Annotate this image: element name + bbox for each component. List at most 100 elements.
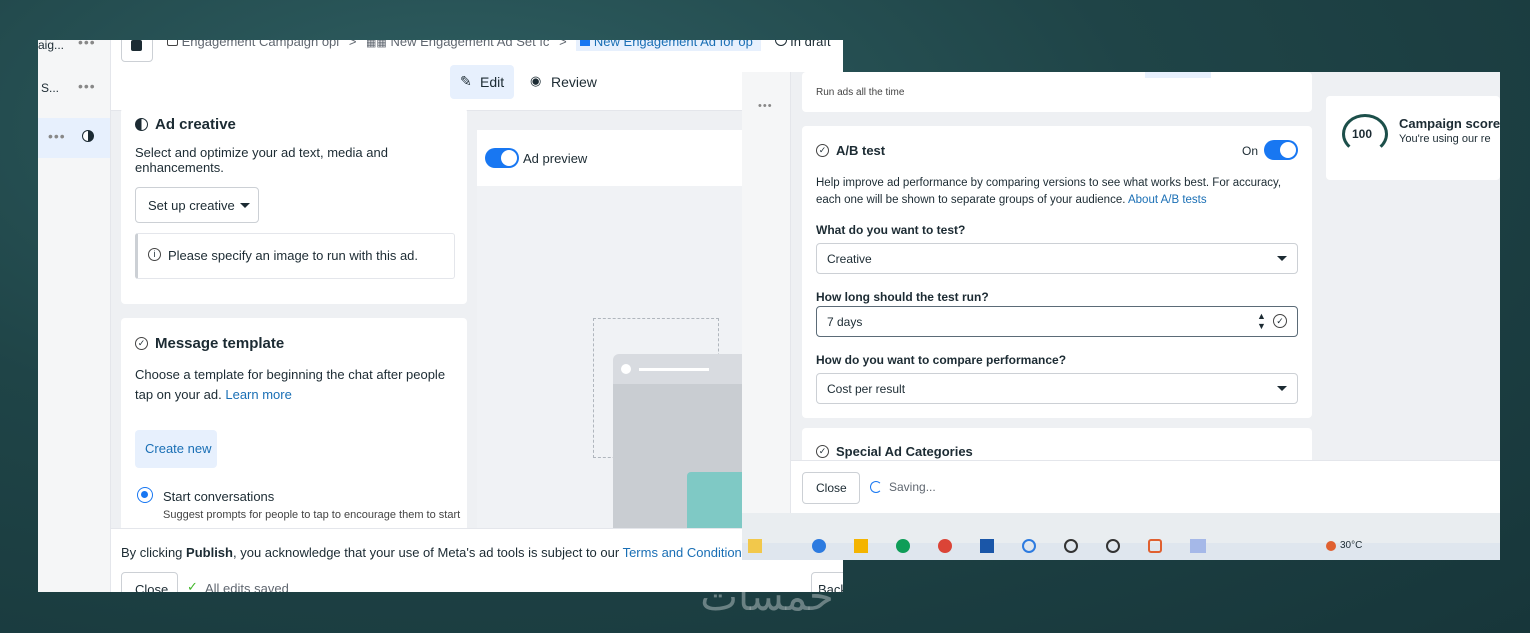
left-screenshot: aig... ••• S... ••• ••• Engagement Campa… [38, 40, 843, 592]
placeholder-line [639, 368, 709, 371]
caret-down-icon [240, 203, 250, 208]
edit-mode-button[interactable]: ✎ Edit [450, 65, 514, 99]
score-title: Campaign score [1399, 116, 1500, 131]
test-duration-input[interactable]: 7 days ▲ ▼ ✓ [816, 306, 1298, 337]
more-icon[interactable]: ••• [758, 100, 773, 112]
terms-notice: By clicking Publish, you acknowledge tha… [121, 545, 752, 560]
breadcrumb-campaign[interactable]: Engagement Campaign opi [182, 40, 340, 49]
set-up-creative-label: Set up creative [148, 198, 235, 213]
more-icon[interactable]: ••• [78, 40, 96, 50]
draft-icon [774, 40, 787, 46]
close-button[interactable]: Close [121, 572, 178, 592]
learn-more-link[interactable]: Learn more [225, 387, 291, 402]
editor-header: Engagement Campaign opi > ▦▦ New Engagem… [111, 40, 843, 111]
terms-middle: , you acknowledge that your use of Meta'… [232, 545, 623, 560]
ab-test-card: ✓ A/B test On Help improve ad performanc… [802, 126, 1312, 418]
tab-indicator [1145, 72, 1211, 78]
breadcrumb-adset[interactable]: New Engagement Ad Set fc [390, 40, 549, 49]
section-description: Choose a template for beginning the chat… [135, 365, 455, 405]
contrast-icon [82, 130, 94, 142]
field-label: How do you want to compare performance? [816, 353, 1067, 367]
info-banner: i Please specify an image to run with th… [135, 233, 455, 279]
taskbar: 30°C [742, 539, 1500, 560]
edge-icon[interactable] [812, 539, 826, 553]
taskbar-app-icon[interactable] [748, 539, 762, 553]
sidebar-item-adset[interactable]: S... ••• [38, 76, 110, 100]
terms-link[interactable]: Terms and Conditions [623, 545, 749, 560]
select-value: Creative [827, 252, 872, 266]
folder-icon[interactable] [854, 539, 868, 553]
create-new-label: Create new [145, 441, 212, 456]
sidebar-item-campaign[interactable]: aig... ••• [38, 40, 110, 64]
create-new-button[interactable]: Create new [135, 430, 217, 468]
set-up-creative-button[interactable]: Set up creative [135, 187, 259, 223]
chatgpt-icon[interactable] [1106, 539, 1120, 553]
check-circle-icon: ✓ [816, 445, 829, 458]
field-label: What do you want to test? [816, 223, 966, 237]
select-value: Cost per result [827, 382, 906, 396]
ab-test-toggle[interactable] [1264, 140, 1298, 160]
sidebar-item-label: S... [41, 81, 60, 95]
app-icon[interactable] [1022, 539, 1036, 553]
folder-icon [167, 40, 178, 46]
field-label: How long should the test run? [816, 290, 989, 304]
option-title: Start conversations [163, 489, 275, 504]
toggle-knob [1280, 142, 1296, 158]
test-variable-select[interactable]: Creative [816, 243, 1298, 274]
breadcrumb-separator: > [348, 40, 357, 49]
app-icon[interactable] [1148, 539, 1162, 553]
start-conversations-radio[interactable] [137, 487, 153, 503]
comparison-metric-select[interactable]: Cost per result [816, 373, 1298, 404]
score-value: 100 [1352, 127, 1373, 141]
review-label: Review [551, 74, 597, 90]
radio-dot [141, 491, 148, 498]
checkmark-icon: ✓ [187, 579, 198, 592]
check-circle-icon: ✓ [816, 144, 829, 157]
right-footer: Close Saving... [791, 460, 1500, 514]
teams-icon[interactable] [1190, 539, 1206, 553]
toggle-label: On [1242, 144, 1259, 158]
section-title: Ad creative [155, 116, 236, 133]
section-description: Select and optimize your ad text, media … [135, 145, 388, 175]
clock-icon[interactable] [1064, 539, 1078, 553]
campaign-score-card: 100 Campaign score You're using our re [1326, 96, 1500, 180]
run-ads-text: Run ads all the time [816, 87, 905, 98]
mail-icon[interactable] [980, 539, 994, 553]
score-subtitle: You're using our re [1399, 133, 1491, 145]
terms-prefix: By clicking [121, 545, 187, 560]
section-title: Message template [155, 335, 285, 352]
section-title: A/B test [836, 143, 886, 158]
schedule-card: Run ads all the time [802, 72, 1312, 112]
sidebar-item-ad[interactable]: ••• [38, 118, 110, 158]
close-button[interactable]: Close [802, 472, 860, 504]
ad-preview-label: Ad preview [523, 151, 588, 166]
ad-preview-toggle[interactable] [485, 148, 519, 168]
check-circle-icon: ✓ [1273, 314, 1287, 328]
browser-icon[interactable] [896, 539, 910, 553]
review-mode-button[interactable]: ◉ Review [527, 65, 601, 99]
breadcrumb-ad[interactable]: New Engagement Ad for op [576, 40, 761, 51]
temperature: 30°C [1340, 540, 1363, 551]
about-ab-tests-link[interactable]: About A/B tests [1128, 194, 1207, 206]
draft-status-label: In draft [790, 40, 831, 49]
placeholder-dot [621, 364, 631, 374]
terms-publish: Publish [186, 545, 233, 560]
breadcrumb: Engagement Campaign opi > ▦▦ New Engagem… [167, 40, 831, 51]
spinner-icon [870, 481, 882, 493]
campaign-sidebar: aig... ••• S... ••• ••• [38, 40, 111, 592]
contrast-icon [135, 118, 148, 131]
ad-icon [580, 40, 591, 46]
caret-down-icon [1277, 386, 1287, 391]
option-description: Suggest prompts for people to tap to enc… [163, 509, 461, 521]
stepper-icon[interactable]: ▲ ▼ [1257, 311, 1266, 331]
saving-status: Saving... [889, 480, 936, 494]
sidebar-toggle-button[interactable] [121, 40, 153, 62]
close-label: Close [135, 582, 169, 592]
right-sidebar: ••• [742, 72, 791, 513]
chrome-icon[interactable] [938, 539, 952, 553]
toggle-knob [501, 150, 517, 166]
more-icon[interactable]: ••• [48, 128, 66, 144]
breadcrumb-separator: > [559, 40, 567, 49]
info-text: Please specify an image to run with this… [168, 248, 419, 263]
more-icon[interactable]: ••• [78, 78, 96, 94]
